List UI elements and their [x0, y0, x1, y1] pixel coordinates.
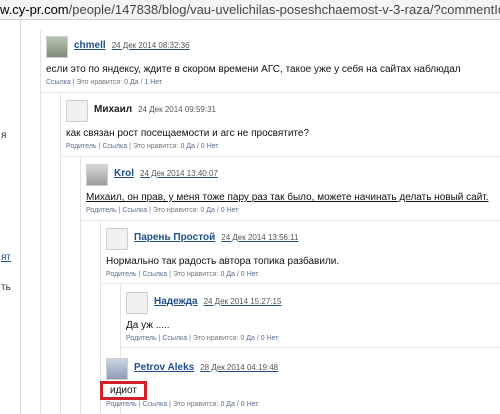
- comment-author[interactable]: Petrov Aleks 28 Дек 2014 04:19:48: [134, 362, 278, 373]
- comment: Petrov Aleks 28 Дек 2014 04:19:48 идиот Р…: [106, 358, 496, 412]
- link-parent[interactable]: Родитель: [106, 401, 137, 408]
- separator: [120, 347, 500, 348]
- separator: [40, 92, 500, 93]
- comment-author[interactable]: Парень Простой 24 Дек 2014 13:56:11: [134, 232, 299, 243]
- avatar[interactable]: [46, 36, 68, 58]
- vote-counts[interactable]: 0 Да / 0 Нет: [220, 401, 258, 408]
- highlight-box: [100, 381, 147, 400]
- separator: [100, 283, 500, 284]
- link-permalink[interactable]: Ссылка: [46, 79, 71, 86]
- thread-line: [80, 156, 81, 414]
- likes-label: Это нравится:: [172, 401, 219, 408]
- vote-counts[interactable]: 0 Да / 0 Нет: [220, 271, 258, 278]
- vote-counts[interactable]: 0 Да / 0 Нет: [200, 207, 238, 214]
- comment-meta: Родитель | Ссылка | Это нравится: 0 Да /…: [66, 143, 219, 150]
- comment-date: 24 Дек 2014 09:59:31: [138, 105, 216, 114]
- comment-date: 24 Дек 2014 13:40:07: [140, 169, 218, 178]
- comment: Надежда 24 Дек 2014 15:27:15 Да уж ..... …: [126, 292, 496, 346]
- vote-counts[interactable]: 0 Да / 1 Нет: [124, 79, 162, 86]
- address-bar[interactable]: w.cy-pr.com/people/147838/blog/vau-uveli…: [0, 0, 500, 20]
- avatar[interactable]: [66, 100, 88, 122]
- comment-date: 24 Дек 2014 15:27:15: [203, 297, 282, 306]
- sidebar-fragment: я: [1, 130, 7, 141]
- likes-label: Это нравится:: [132, 143, 179, 150]
- separator: [80, 220, 500, 221]
- avatar[interactable]: [106, 358, 128, 380]
- comment-author[interactable]: Михаил 24 Дек 2014 09:59:31: [94, 104, 216, 115]
- avatar[interactable]: [106, 228, 128, 250]
- sidebar-fragment: ть: [1, 282, 11, 293]
- link-permalink[interactable]: Ссылка: [122, 207, 147, 214]
- link-parent[interactable]: Родитель: [86, 207, 117, 214]
- comment-date: 24 Дек 2014 08:32:36: [111, 41, 190, 50]
- likes-label: Это нравится:: [152, 207, 199, 214]
- comment-meta: Родитель | Ссылка | Это нравится: 0 Да /…: [106, 401, 259, 408]
- comment-meta: Родитель | Ссылка | Это нравится: 0 Да /…: [126, 335, 279, 342]
- comment-author[interactable]: Надежда 24 Дек 2014 15:27:15: [154, 296, 281, 307]
- comment-date: 28 Дек 2014 04:19:48: [200, 363, 279, 372]
- separator: [60, 156, 500, 157]
- link-parent[interactable]: Родитель: [126, 335, 157, 342]
- vote-counts[interactable]: 0 Да / 0 Нет: [180, 143, 218, 150]
- avatar[interactable]: [126, 292, 148, 314]
- likes-label: Это нравится:: [76, 79, 123, 86]
- link-permalink[interactable]: Ссылка: [142, 401, 167, 408]
- link-permalink[interactable]: Ссылка: [162, 335, 187, 342]
- comment-meta: Родитель | Ссылка | Это нравится: 0 Да /…: [106, 271, 259, 278]
- sidebar-link-fragment[interactable]: ят: [1, 252, 11, 263]
- comment-text: Нормально так радость автора топика разб…: [106, 256, 340, 267]
- vote-counts[interactable]: 0 Да / 0 Нет: [240, 335, 278, 342]
- comment-author[interactable]: Krol 24 Дек 2014 13:40:07: [114, 168, 218, 179]
- comment-text: как связан рост посещаемости и агс не пр…: [66, 128, 310, 139]
- avatar[interactable]: [86, 164, 108, 186]
- comment-text: Да уж .....: [126, 320, 170, 331]
- link-parent[interactable]: Родитель: [106, 271, 137, 278]
- comment-text: если это по яндексу, ждите в скором врем…: [46, 64, 461, 75]
- likes-label: Это нравится:: [172, 271, 219, 278]
- comment: chmell 24 Дек 2014 08:32:36 если это по я…: [46, 36, 496, 90]
- comment-meta: Родитель | Ссылка | Это нравится: 0 Да /…: [86, 207, 239, 214]
- comment: Михаил 24 Дек 2014 09:59:31 как связан ро…: [66, 100, 496, 154]
- likes-label: Это нравится:: [192, 335, 239, 342]
- url-path: /people/147838/blog/vau-uvelichilas-pose…: [68, 2, 500, 17]
- comment-date: 24 Дек 2014 13:56:11: [221, 233, 299, 242]
- comment-text: Михаил, он прав, у меня тоже пару раз та…: [86, 192, 489, 203]
- thread-line: [40, 30, 41, 414]
- comment: Парень Простой 24 Дек 2014 13:56:11 Норма…: [106, 228, 496, 282]
- comment-meta: Ссылка | Это нравится: 0 Да / 1 Нет: [46, 79, 163, 86]
- link-permalink[interactable]: Ссылка: [102, 143, 127, 150]
- comment: Krol 24 Дек 2014 13:40:07 Михаил, он прав…: [86, 164, 496, 218]
- link-parent[interactable]: Родитель: [66, 143, 97, 150]
- url-domain: w.cy-pr.com: [0, 2, 69, 17]
- left-sidebar: я ят ть: [0, 20, 21, 414]
- thread-line: [60, 92, 61, 414]
- link-permalink[interactable]: Ссылка: [142, 271, 167, 278]
- comment-author[interactable]: chmell 24 Дек 2014 08:32:36: [74, 40, 190, 51]
